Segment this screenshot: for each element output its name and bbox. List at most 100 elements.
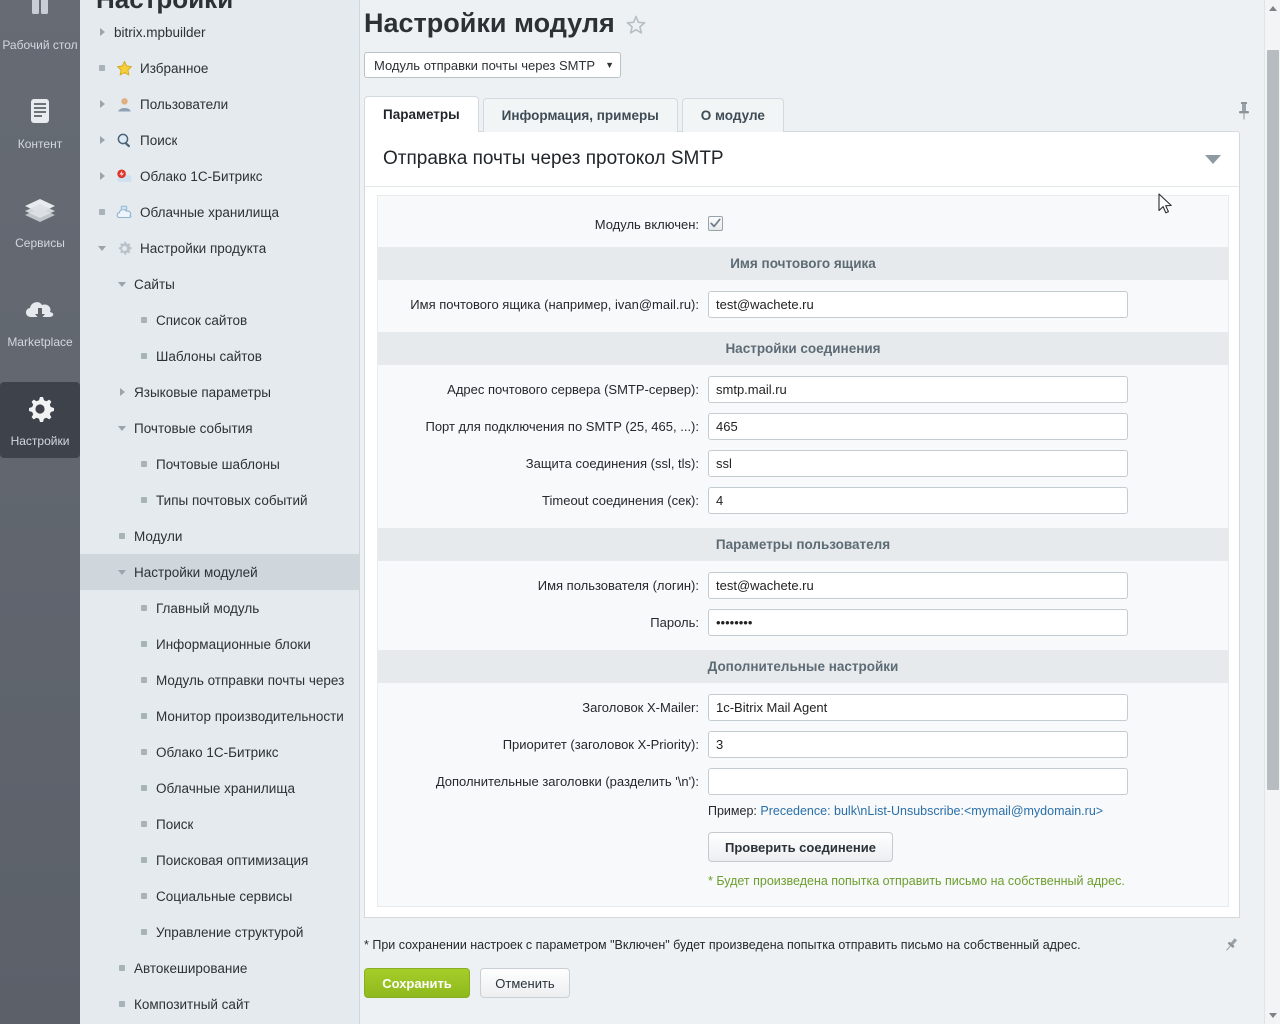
rail-item-desktop[interactable]: Рабочий стол [0,0,80,62]
sidebar-item-11[interactable]: Почтовые события [80,410,359,446]
rail-item-services[interactable]: Сервисы [0,184,80,260]
panel-header: Отправка почты через протокол SMTP [365,132,1239,187]
x-mailer-input[interactable] [708,694,1128,721]
sidebar-item-label: Облачные хранилища [140,204,279,220]
check-connection-button[interactable]: Проверить соединение [708,832,893,862]
sidebar-item-2[interactable]: Пользователи [80,86,359,122]
panel-collapse-icon[interactable] [1205,154,1221,164]
sidebar-item-16[interactable]: Главный модуль [80,590,359,626]
sidebar-item-9[interactable]: Шаблоны сайтов [80,338,359,374]
smtp-server-input[interactable] [708,376,1128,403]
cloud-bitrix-icon [114,167,134,185]
sidebar-item-15[interactable]: Настройки модулей [80,554,359,590]
extra-headers-input[interactable] [708,768,1128,795]
sidebar-item-label: Модули [134,528,183,544]
sidebar-item-23[interactable]: Поисковая оптимизация [80,842,359,878]
mailbox-name-input[interactable] [708,291,1128,318]
bullet-icon [136,816,152,832]
save-button[interactable]: Сохранить [364,968,470,998]
field-label: Адрес почтового сервера (SMTP-сервер): [447,382,699,397]
user-icon [114,95,134,113]
sidebar-item-22[interactable]: Поиск [80,806,359,842]
chevron-down-icon[interactable] [114,420,130,436]
chevron-right-icon[interactable] [94,24,110,40]
sidebar-item-label: Облако 1С-Битрикс [156,744,279,760]
smtp-port-input[interactable] [708,413,1128,440]
rail-item-marketplace[interactable]: Marketplace [0,283,80,359]
sidebar-item-13[interactable]: Типы почтовых событий [80,482,359,518]
sidebar-item-21[interactable]: Облачные хранилища [80,770,359,806]
bullet-icon [136,672,152,688]
sidebar-item-1[interactable]: Избранное [80,50,359,86]
tab-0[interactable]: Параметры [364,96,479,132]
sidebar-item-25[interactable]: Управление структурой [80,914,359,950]
chevron-right-icon[interactable] [94,168,110,184]
smtp-password-input[interactable] [708,609,1128,636]
check-spacer [378,822,708,888]
star-icon [114,59,134,77]
sidebar-item-7[interactable]: Сайты [80,266,359,302]
sidebar-item-26[interactable]: Автокеширование [80,950,359,986]
smtp-login-input[interactable] [708,572,1128,599]
check-button-row: Проверить соединение * Будет произведена… [378,818,1228,888]
field-label: Пароль: [650,615,699,630]
field-label: Заголовок X-Mailer: [582,700,699,715]
sidebar-item-19[interactable]: Монитор производительности [80,698,359,734]
rail-item-settings[interactable]: Настройки [0,382,80,458]
sidebar-item-8[interactable]: Список сайтов [80,302,359,338]
sidebar-item-0[interactable]: bitrix.mpbuilder [80,14,359,50]
field-label: Дополнительные заголовки (разделить '\n'… [435,774,699,789]
vertical-scrollbar[interactable] [1264,0,1280,1024]
section-band-1: Настройки соединения [378,332,1228,365]
sidebar-item-12[interactable]: Почтовые шаблоны [80,446,359,482]
main-content: Настройки модуля Модуль отправки почты ч… [360,0,1280,1024]
sidebar-item-14[interactable]: Модули [80,518,359,554]
favorite-star-icon[interactable] [625,14,647,36]
sidebar-item-24[interactable]: Социальные сервисы [80,878,359,914]
bullet-icon [114,528,130,544]
sidebar-item-5[interactable]: Облачные хранилища [80,194,359,230]
sidebar-item-18[interactable]: Модуль отправки почты через [80,662,359,698]
field-control [708,768,1228,795]
rail-item-content[interactable]: Контент [0,85,80,161]
module-select-dropdown[interactable]: Модуль отправки почты через SMTP ▼ [364,52,622,78]
scroll-up-arrow-icon[interactable] [1269,6,1277,11]
cancel-button[interactable]: Отменить [480,968,570,998]
bullet-icon [114,996,130,1012]
scroll-down-arrow-icon[interactable] [1269,1013,1277,1018]
smtp-timeout-input[interactable] [708,487,1128,514]
sidebar-item-27[interactable]: Композитный сайт [80,986,359,1022]
sidebar-item-6[interactable]: Настройки продукта [80,230,359,266]
example-link[interactable]: Precedence: bulk\nList-Unsubscribe:<myma… [760,804,1103,818]
x-priority-input[interactable] [708,731,1128,758]
pin-bottom-icon[interactable] [1222,936,1240,954]
sidebar-item-3[interactable]: Поиск [80,122,359,158]
sidebar-item-4[interactable]: Облако 1С-Битрикс [80,158,359,194]
rail-label-desktop: Рабочий стол [2,38,78,52]
bullet-icon [136,456,152,472]
sidebar-item-label: Композитный сайт [134,996,250,1012]
sidebar-item-label: Монитор производительности [156,708,344,724]
chevron-down-icon[interactable] [94,240,110,256]
field-control [708,376,1228,403]
tab-1[interactable]: Информация, примеры [482,98,678,132]
chevron-down-icon[interactable] [114,564,130,580]
field-control [708,694,1228,721]
page-title-row: Настройки модуля [360,0,1250,42]
smtp-security-input[interactable] [708,450,1128,477]
chevron-down-icon[interactable] [114,276,130,292]
sidebar-item-17[interactable]: Информационные блоки [80,626,359,662]
chevron-right-icon[interactable] [94,132,110,148]
module-enabled-checkbox[interactable] [708,216,723,232]
check-button-wrap: Проверить соединение * Будет произведена… [708,822,1125,888]
rail-label-settings: Настройки [10,434,70,448]
sidebar-item-10[interactable]: Языковые параметры [80,374,359,410]
scrollbar-thumb[interactable] [1267,50,1279,790]
chevron-right-icon[interactable] [114,384,130,400]
chevron-right-icon[interactable] [94,96,110,112]
sidebar-item-20[interactable]: Облако 1С-Битрикс [80,734,359,770]
check-connection-note: * Будет произведена попытка отправить пи… [708,874,1125,888]
tab-2[interactable]: О модуле [681,98,784,132]
gear-settings-icon [18,388,62,430]
field-row: Порт для подключения по SMTP (25, 465, .… [378,408,1228,445]
